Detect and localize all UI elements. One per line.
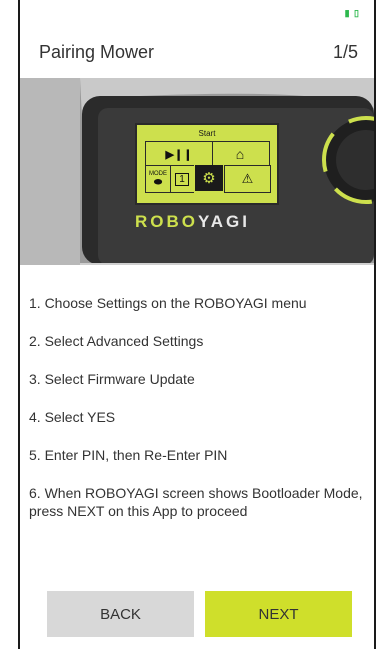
instruction-step: 1. Choose Settings on the ROBOYAGI menu: [29, 295, 307, 311]
instruction-step: 6. When ROBOYAGI screen shows Bootloader…: [29, 485, 363, 519]
home-icon: ⌂: [211, 141, 270, 166]
instruction-step: 2. Select Advanced Settings: [29, 333, 204, 349]
instruction-list: 1. Choose Settings on the ROBOYAGI menu …: [29, 294, 365, 540]
roboyagi-logo: ROBOYAGI: [135, 212, 250, 232]
settings-gear-icon: ⚙: [195, 165, 223, 191]
mower-glyph-icon: ⬬: [153, 176, 163, 188]
page-title: Pairing Mower: [39, 42, 155, 62]
instruction-step: 5. Enter PIN, then Re-Enter PIN: [29, 447, 228, 463]
instruction-step: 4. Select YES: [29, 409, 116, 425]
device-lcd-screen: Start ▶❙❙ ⌂ MODE ⬬ 1 ⚙ ⚠: [135, 123, 279, 205]
logo-prefix: ROBO: [135, 212, 198, 231]
battery-icon: ▮ ▯: [344, 8, 360, 18]
warning-icon: ⚠: [224, 165, 271, 193]
instruction-step: 3. Select Firmware Update: [29, 371, 195, 387]
step-counter: 1/5: [332, 42, 358, 62]
app-screen: ▮ ▯ Pairing Mower 1/5 Start ▶❙❙ ⌂ MODE ⬬…: [18, 0, 376, 649]
mode-icon: MODE ⬬: [145, 165, 171, 193]
play-pause-icon: ▶❙❙: [145, 141, 213, 166]
calendar-day: 1: [175, 172, 189, 186]
calendar-icon: 1: [170, 165, 194, 193]
next-button[interactable]: NEXT: [205, 591, 352, 637]
logo-suffix: YAGI: [198, 212, 251, 231]
screen-start-label: Start: [198, 129, 216, 138]
back-button[interactable]: BACK: [47, 591, 194, 637]
